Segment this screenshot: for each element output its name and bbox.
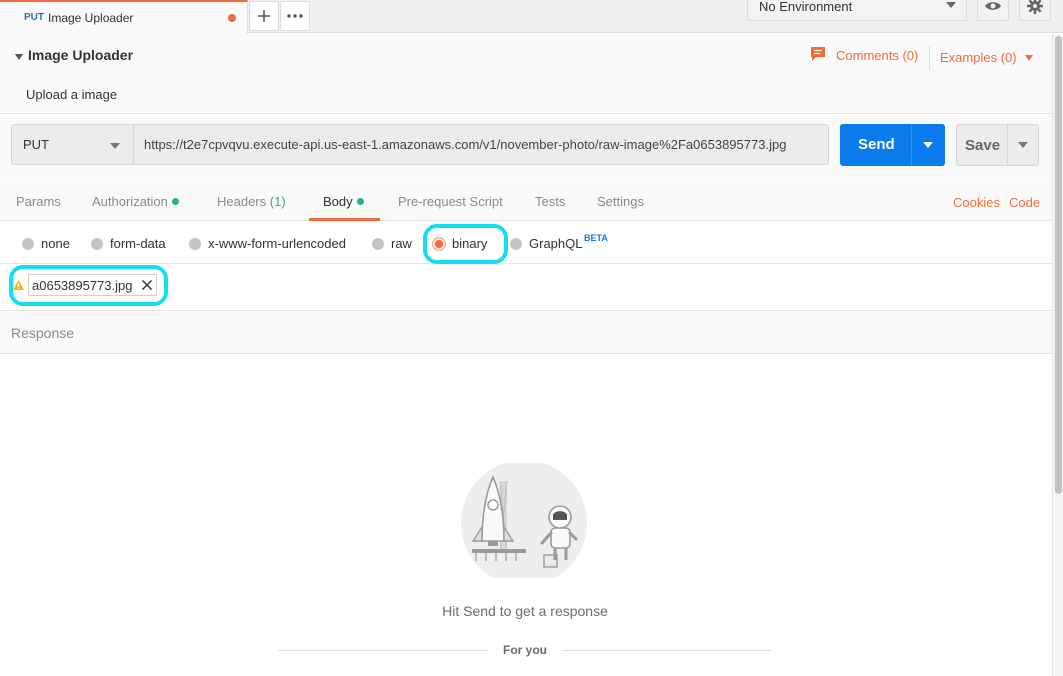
radio-circle-icon — [189, 237, 201, 250]
radio-circle-icon — [91, 237, 103, 250]
code-link[interactable]: Code — [1009, 195, 1040, 210]
new-tab-button[interactable] — [249, 1, 279, 31]
scrollbar[interactable] — [1052, 34, 1063, 676]
chevron-down-icon[interactable] — [923, 142, 933, 148]
for-you-heading: For you — [503, 643, 547, 657]
radio-circle-icon — [372, 237, 384, 250]
environment-label: No Environment — [759, 0, 853, 14]
tab-authorization-label: Authorization — [92, 194, 168, 209]
method-label: PUT — [23, 137, 49, 152]
tab-tests[interactable]: Tests — [535, 194, 565, 209]
radio-graphql-label: GraphQL — [529, 236, 583, 251]
send-divider — [911, 124, 912, 166]
method-select[interactable]: PUT — [11, 124, 134, 165]
radio-none[interactable]: none — [22, 236, 70, 251]
scrollbar-thumb[interactable] — [1055, 36, 1062, 494]
send-label: Send — [858, 136, 895, 153]
comments-label: Comments (0) — [836, 48, 919, 63]
url-bar: PUT https://t2e7cpvqvu.execute-api.us-ea… — [0, 115, 1052, 180]
divider — [562, 650, 772, 651]
tab-body[interactable]: Body — [323, 194, 364, 209]
gear-icon — [1027, 0, 1043, 14]
file-highlight-annotation — [9, 265, 168, 306]
tab-prerequest-script[interactable]: Pre-request Script — [398, 194, 503, 209]
environment-quick-look-button[interactable] — [977, 0, 1009, 21]
settings-button[interactable] — [1019, 0, 1051, 21]
save-label: Save — [965, 137, 1001, 154]
unsaved-dot-icon — [228, 14, 236, 22]
cookies-link[interactable]: Cookies — [953, 195, 1000, 210]
tab-body-label: Body — [323, 194, 353, 209]
beta-badge: BETA — [584, 233, 608, 243]
collapse-caret-icon[interactable] — [15, 54, 23, 60]
empty-response-message: Hit Send to get a response — [442, 603, 608, 619]
url-input[interactable]: https://t2e7cpvqvu.execute-api.us-east-1… — [133, 124, 829, 165]
status-dot-icon — [356, 198, 364, 206]
tab-name-label: Image Uploader — [48, 11, 134, 25]
radio-graphql[interactable]: GraphQL — [510, 236, 582, 251]
radio-circle-icon — [510, 237, 522, 250]
radio-none-label: none — [41, 236, 70, 251]
response-label: Response — [11, 325, 75, 341]
request-tab[interactable]: PUT Image Uploader — [0, 0, 248, 34]
radio-urlencoded-label: x-www-form-urlencoded — [208, 236, 346, 251]
tab-headers[interactable]: Headers (1) — [217, 194, 286, 209]
chevron-down-icon — [110, 143, 120, 149]
request-tabs: Params Authorization Headers (1) Body Pr… — [0, 181, 1052, 221]
radio-urlencoded[interactable]: x-www-form-urlencoded — [189, 236, 346, 251]
send-button[interactable]: Send — [840, 124, 945, 166]
header-divider — [929, 46, 930, 70]
active-tab-indicator — [309, 218, 380, 221]
examples-button[interactable]: Examples (0) — [940, 50, 1017, 65]
tab-bar: PUT Image Uploader No Environment — [0, 0, 1063, 34]
tab-method-label: PUT — [24, 12, 44, 23]
radio-raw-label: raw — [391, 236, 412, 251]
chevron-down-icon[interactable] — [1018, 142, 1028, 148]
chevron-down-icon — [946, 2, 956, 8]
response-header: Response — [0, 312, 1052, 354]
tab-settings[interactable]: Settings — [597, 194, 644, 209]
radio-form-data[interactable]: form-data — [91, 236, 166, 251]
tab-params[interactable]: Params — [16, 194, 61, 209]
status-dot-icon — [171, 198, 179, 206]
body-type-selector: none form-data x-www-form-urlencoded raw… — [0, 222, 1052, 264]
headers-count-badge: (1) — [269, 194, 286, 209]
request-description[interactable]: Upload a image — [26, 87, 117, 102]
rocket-astronaut-illustration — [461, 463, 587, 578]
eye-icon — [985, 2, 1001, 10]
request-header: Image Uploader Upload a image Comments (… — [0, 34, 1052, 114]
radio-circle-icon — [22, 237, 34, 250]
radio-form-data-label: form-data — [110, 236, 166, 251]
environment-select[interactable]: No Environment — [747, 0, 967, 21]
divider — [278, 650, 488, 651]
tab-headers-label: Headers — [217, 194, 267, 209]
plus-icon — [258, 10, 270, 22]
radio-raw[interactable]: raw — [372, 236, 412, 251]
ellipsis-icon — [287, 14, 303, 18]
more-tabs-button[interactable] — [280, 1, 310, 31]
response-pane: Hit Send to get a response For you — [0, 355, 1052, 676]
tab-authorization[interactable]: Authorization — [92, 194, 179, 209]
request-title[interactable]: Image Uploader — [28, 47, 133, 63]
chevron-down-icon[interactable] — [1025, 55, 1033, 61]
save-divider — [1007, 125, 1008, 165]
save-button[interactable]: Save — [956, 124, 1039, 166]
comment-icon — [811, 47, 825, 61]
binary-highlight-annotation — [423, 224, 508, 264]
